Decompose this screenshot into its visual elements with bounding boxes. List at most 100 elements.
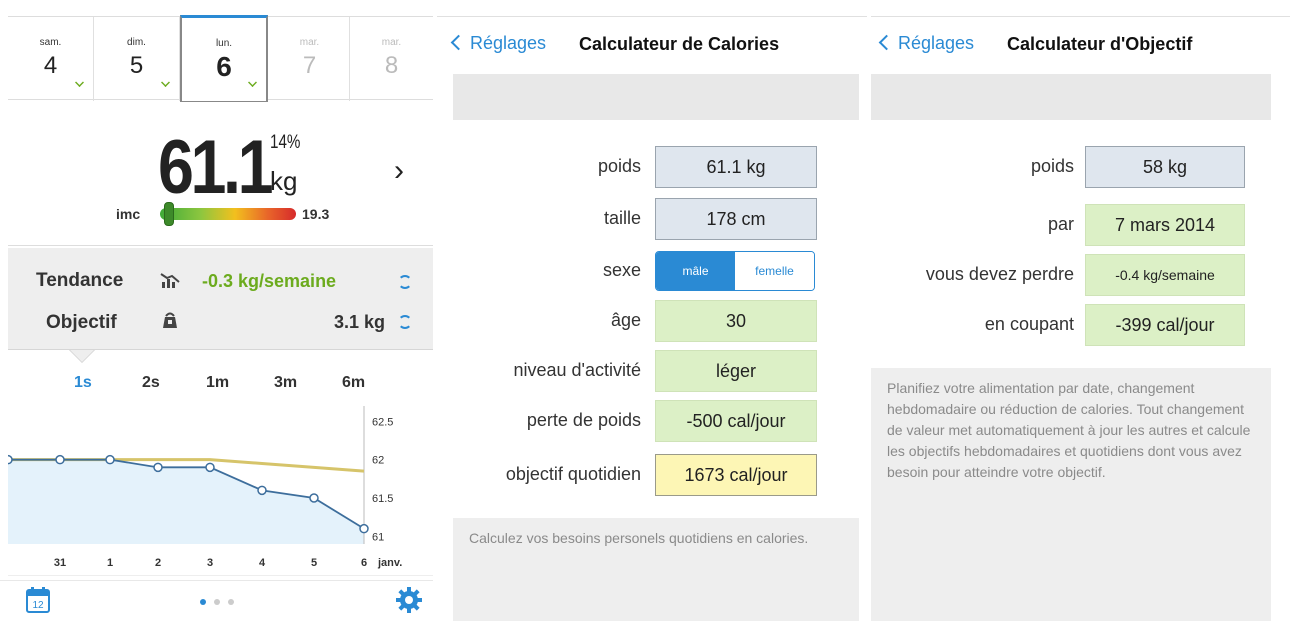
day-tab-mar[interactable]: mar. 7 [270, 17, 350, 101]
weight-point [257, 485, 267, 496]
weight-panel[interactable]: 61.1 14% kg › imc 19.3 [8, 102, 433, 246]
bottom-toolbar: 12 [0, 580, 433, 621]
page-dot-active [200, 599, 206, 605]
day-tab-lun[interactable]: lun. 6 [180, 15, 268, 103]
back-label: Réglages [898, 33, 975, 53]
trend-label: Tendance [36, 270, 124, 291]
body-fat-value: 14% [270, 132, 301, 153]
chart-area [8, 459, 364, 544]
row-weight-loss: perte de poids -500 cal/jour [437, 400, 867, 444]
imc-label: imc [116, 206, 141, 222]
imc-gauge [160, 208, 296, 220]
weight-field[interactable]: 61.1 kg [655, 146, 817, 188]
row-label: sexe [602, 260, 641, 280]
back-label: Réglages [470, 33, 547, 53]
x-tick-label: 2 [155, 557, 161, 569]
row-label: poids [1030, 156, 1074, 176]
day-tab-sam[interactable]: sam. 4 [8, 17, 94, 101]
sync-icon[interactable] [398, 275, 412, 289]
chevron-right-icon[interactable]: › [394, 154, 404, 188]
height-field[interactable]: 178 cm [655, 198, 817, 240]
row-weekly-loss: vous devez perdre -0.4 kg/semaine [871, 254, 1290, 298]
section-separator [871, 74, 1271, 120]
chevron-left-icon [878, 34, 895, 51]
row-label: objectif quotidien [505, 464, 641, 484]
weight-value: 61.1 [158, 125, 274, 210]
row-label: vous devez perdre [925, 264, 1074, 284]
sex-segmented-control[interactable]: mâle femelle [655, 251, 815, 291]
weight-point [8, 454, 13, 465]
day-name: mar. [381, 37, 402, 48]
calorie-cut-field[interactable]: -399 cal/jour [1085, 304, 1245, 346]
day-tab-mer[interactable]: mar. 8 [350, 17, 433, 101]
row-label: perte de poids [526, 410, 641, 430]
page-title: Calculateur d'Objectif [1007, 34, 1193, 54]
calorie-calculator-screen: Réglages Calculateur de Calories poids 6… [437, 0, 867, 621]
row-daily-goal: objectif quotidien 1673 cal/jour [437, 454, 867, 498]
row-calorie-cut: en coupant -399 cal/jour [871, 304, 1290, 348]
weight-loss-field[interactable]: -500 cal/jour [655, 400, 817, 442]
sync-icon[interactable] [398, 315, 412, 329]
range-1s[interactable]: 1s [74, 374, 92, 392]
sex-option-female[interactable]: femelle [735, 252, 814, 290]
weight-point [359, 523, 369, 534]
day-tab-dim[interactable]: dim. 5 [94, 17, 180, 101]
range-3m[interactable]: 3m [274, 374, 297, 392]
age-field[interactable]: 30 [655, 300, 817, 342]
svg-text:12: 12 [32, 600, 44, 611]
row-height: taille 178 cm [437, 198, 867, 242]
x-axis-band [8, 544, 433, 576]
x-tick-label: 4 [259, 557, 266, 569]
panel-pointer [70, 350, 94, 362]
day-number: 8 [384, 52, 399, 79]
row-weight: poids 61.1 kg [437, 146, 867, 190]
calendar-icon[interactable]: 12 [26, 587, 50, 613]
row-age: âge 30 [437, 300, 867, 344]
row-label: taille [603, 208, 641, 228]
range-1m[interactable]: 1m [206, 374, 229, 392]
daily-goal-field[interactable]: 1673 cal/jour [655, 454, 817, 496]
trend-chart-icon [160, 273, 180, 288]
weight-chart[interactable]: 62.5 62 61.5 61 31 1 2 3 4 5 6 janv. [8, 406, 433, 576]
nav-bar: Réglages Calculateur d'Objectif [871, 16, 1290, 74]
sex-option-male[interactable]: mâle [656, 252, 735, 290]
range-2s[interactable]: 2s [142, 374, 160, 392]
y-tick-label: 61 [372, 531, 384, 543]
day-number: 7 [302, 52, 317, 79]
row-label: niveau d'activité [513, 360, 641, 380]
target-weight-field[interactable]: 58 kg [1085, 146, 1245, 188]
weekly-loss-field[interactable]: -0.4 kg/semaine [1085, 254, 1245, 296]
page-title: Calculateur de Calories [579, 34, 780, 54]
weight-unit: kg [270, 166, 298, 196]
help-text: Planifiez votre alimentation par date, c… [871, 368, 1271, 621]
row-label: poids [597, 156, 641, 176]
goal-value: 3.1 kg [334, 312, 386, 332]
weight-point [153, 462, 163, 473]
goal-calculator-screen: Réglages Calculateur d'Objectif poids 58… [871, 0, 1290, 621]
x-tick-label: 5 [311, 557, 317, 569]
row-label: en coupant [984, 314, 1074, 334]
dashboard-screen: sam. 4 dim. 5 lun. 6 mar. 7 mar. 8 61.1 … [0, 0, 433, 621]
imc-gauge-marker [164, 202, 174, 226]
page-dot [228, 599, 234, 605]
day-name: mar. [299, 37, 320, 48]
x-axis-unit-label: janv. [377, 557, 402, 569]
y-tick-label: 61.5 [372, 493, 393, 505]
section-separator [453, 74, 859, 120]
imc-value: 19.3 [302, 206, 330, 222]
goal-label: Objectif [46, 312, 117, 333]
x-tick-label: 6 [361, 557, 367, 569]
day-number: 5 [129, 52, 144, 79]
day-name: sam. [39, 37, 62, 48]
back-button[interactable]: Réglages [878, 33, 975, 54]
help-text: Calculez vos besoins personels quotidien… [453, 518, 859, 621]
row-sex: sexe mâle femelle [437, 250, 867, 294]
activity-level-field[interactable]: léger [655, 350, 817, 392]
page-dot [214, 599, 220, 605]
y-tick-label: 62 [372, 455, 384, 467]
range-6m[interactable]: 6m [342, 374, 365, 392]
back-button[interactable]: Réglages [450, 33, 547, 54]
gear-icon[interactable] [394, 585, 424, 615]
x-tick-label: 31 [54, 557, 66, 569]
target-date-field[interactable]: 7 mars 2014 [1085, 204, 1245, 246]
